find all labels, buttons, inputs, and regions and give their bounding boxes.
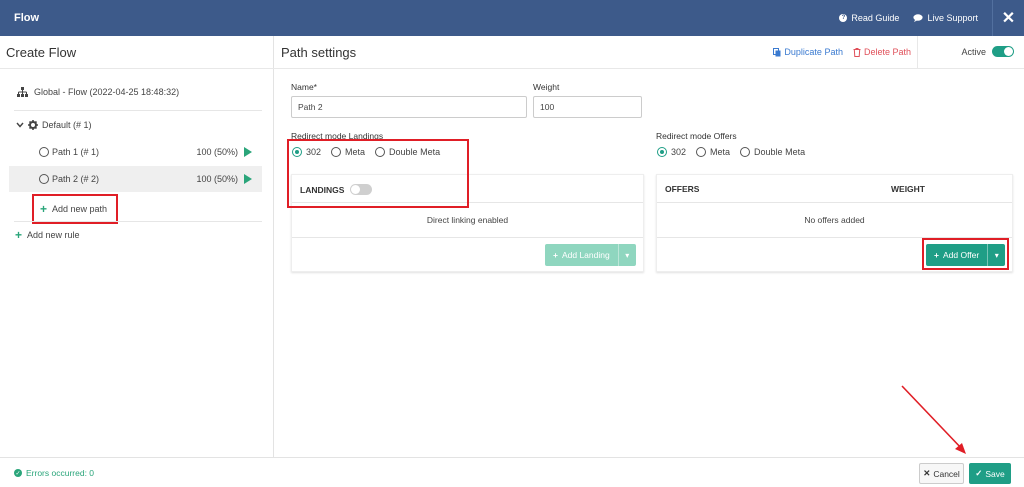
chat-icon [913,14,924,22]
path-settings-title: Path settings [281,45,357,60]
radio-icon [39,174,49,184]
app-title: Flow [14,12,40,24]
offers-header: OFFERS [665,184,700,194]
plus-icon: + [553,250,558,260]
add-landing-button-group[interactable]: + Add Landing ▾ [545,244,636,266]
weight-label: Weight [533,82,560,92]
divider [274,68,1024,69]
path-weight: 100 (50%) [196,147,238,157]
offers-empty-state: No offers added [657,203,1012,238]
path-label: Path 2 (# 2) [52,174,100,184]
highlight-box [287,139,469,208]
live-support-label: Live Support [927,13,978,23]
chevron-down-icon[interactable]: ▾ [617,244,636,266]
weight-input[interactable]: 100 [533,96,642,118]
play-icon[interactable] [244,147,252,157]
read-guide-label: Read Guide [851,13,900,23]
offers-double-meta-option[interactable]: Double Meta [740,147,805,157]
radio-icon [39,147,49,157]
close-icon: ✕ [923,468,931,478]
trash-icon [853,47,861,57]
redirect-offers-options: 302 Meta Double Meta [657,147,805,157]
cancel-label: Cancel [933,468,960,479]
radio-checked-icon [657,147,667,157]
top-bar: Flow ? Read Guide Live Support ✕ [0,0,1024,36]
option-label: Meta [710,147,731,157]
path-item-selected[interactable]: Path 2 (# 2) 100 (50%) [9,166,262,192]
errors-label: Errors occurred: 0 [26,468,95,478]
redirect-offers-label: Redirect mode Offers [656,131,737,141]
offers-302-option[interactable]: 302 [657,147,686,157]
live-support-link[interactable]: Live Support [913,13,978,23]
offers-card-header: OFFERS WEIGHT [657,175,1012,203]
help-icon: ? [839,14,848,22]
tree-default-rule[interactable]: Default (# 1) [16,120,92,130]
create-flow-title: Create Flow [6,45,77,60]
top-bar-actions: ? Read Guide Live Support ✕ [839,0,1024,36]
add-new-path-label: Add new path [52,204,108,214]
add-new-rule-button[interactable]: + Add new rule [15,229,80,241]
option-label: 302 [671,147,687,157]
plus-icon: + [40,202,48,216]
landings-empty-state: Direct linking enabled [292,203,643,238]
plus-icon: + [15,228,23,242]
check-circle-icon: ✓ [14,469,22,477]
weight-header: WEIGHT [891,184,925,194]
copy-icon [773,47,781,56]
path-weight: 100 (50%) [196,174,238,184]
gear-icon [28,120,38,130]
default-rule-label: Default (# 1) [42,120,92,130]
delete-path-label: Delete Path [863,47,911,57]
path-actions: Duplicate Path Delete Path [773,47,911,57]
active-toggle[interactable] [992,46,1014,57]
add-new-path-button[interactable]: + Add new path [32,194,118,224]
check-icon: ✓ [975,468,983,478]
name-input[interactable]: Path 2 [291,96,527,118]
name-label: Name* [291,82,317,92]
divider [0,68,274,69]
divider [14,110,262,111]
active-label: Active [961,46,986,57]
offers-meta-option[interactable]: Meta [696,147,730,157]
duplicate-path-button[interactable]: Duplicate Path [773,47,843,57]
annotation-arrow [901,385,966,454]
active-toggle-group: Active [961,46,1014,57]
add-new-rule-label: Add new rule [27,230,80,240]
chevron-down-icon [16,122,24,128]
path-label: Path 1 (# 1) [52,147,100,157]
save-label: Save [985,468,1005,479]
save-button[interactable]: ✓ Save [969,463,1011,484]
path-item[interactable]: Path 1 (# 1) 100 (50%) [9,139,262,165]
option-label: Double Meta [754,147,806,157]
read-guide-link[interactable]: ? Read Guide [839,13,899,23]
duplicate-path-label: Duplicate Path [784,47,843,57]
play-icon[interactable] [244,174,252,184]
errors-status: ✓ Errors occurred: 0 [14,468,94,478]
sitemap-icon [17,87,28,97]
add-landing-label: Add Landing [561,250,610,260]
tree-global-label: Global - Flow (2022-04-25 18:48:32) [34,87,180,97]
highlight-box [922,238,1009,270]
delete-path-button[interactable]: Delete Path [853,47,911,57]
create-flow-panel: Create Flow Global - Flow (2022-04-25 18… [0,36,274,457]
divider [917,36,918,68]
close-icon[interactable]: ✕ [992,0,1024,36]
cancel-button[interactable]: ✕ Cancel [919,463,964,484]
tree-global-node[interactable]: Global - Flow (2022-04-25 18:48:32) [17,87,179,97]
divider [14,221,262,222]
footer-bar: ✓ Errors occurred: 0 ✕ Cancel ✓ Save [0,457,1024,487]
radio-icon [740,147,751,157]
radio-icon [696,147,707,157]
add-landing-button[interactable]: + Add Landing [545,244,618,266]
